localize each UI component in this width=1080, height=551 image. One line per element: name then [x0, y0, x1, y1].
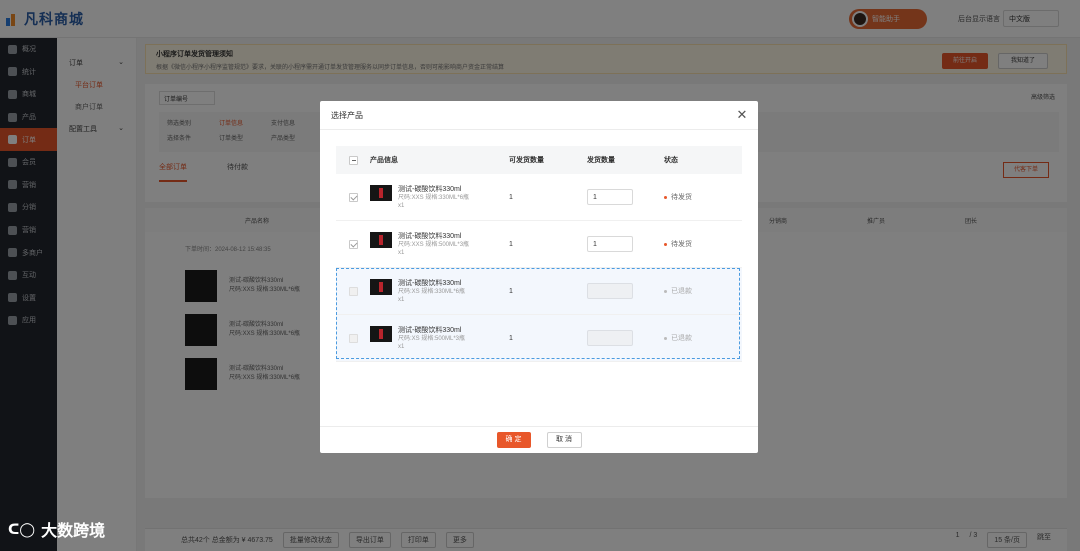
status-dot-icon [664, 289, 667, 293]
shippable-quantity: 1 [509, 193, 513, 201]
select-product-dialog: 选择产品 ✕ 产品信息 可发货数量 发货数量 状态 测试-碳酸饮料330ml 尺码… [320, 101, 758, 453]
dialog-title: 选择产品 [320, 101, 758, 130]
status-badge: 待发货 [664, 192, 742, 202]
product-table-header: 产品信息 可发货数量 发货数量 状态 [336, 146, 742, 174]
product-thumbnail [370, 325, 392, 342]
status-badge: 已退款 [664, 333, 742, 343]
row-checkbox[interactable] [348, 239, 358, 249]
status-dot-icon [664, 195, 667, 199]
row-checkbox [348, 333, 358, 343]
table-row[interactable]: 测试-碳酸饮料330ml尺码:XXS 规格:330ML*6瓶x1 1 待发货 [336, 174, 742, 221]
close-icon[interactable]: ✕ [735, 108, 749, 122]
watermark-logo-icon: ᑕ◯ [8, 520, 36, 537]
status-badge: 待发货 [664, 239, 742, 249]
watermark: ᑕ◯ 大数跨境 [8, 520, 106, 541]
table-row: 测试-碳酸饮料330ml 尺码:XS 规格:500ML*3瓶 x1 1 已退款 [336, 315, 742, 362]
product-select-table: 产品信息 可发货数量 发货数量 状态 测试-碳酸饮料330ml 尺码:XXS 规格… [336, 146, 742, 362]
shippable-quantity: 1 [509, 334, 513, 342]
dialog-footer: 确 定 取 消 [320, 426, 758, 453]
ship-quantity-input[interactable] [587, 189, 633, 205]
product-thumbnail [370, 278, 392, 295]
confirm-button[interactable]: 确 定 [496, 432, 531, 448]
ship-quantity-input [587, 330, 633, 346]
shippable-quantity: 1 [509, 240, 513, 248]
product-thumbnail [370, 184, 392, 201]
select-all-checkbox[interactable] [348, 155, 358, 165]
cancel-button[interactable]: 取 消 [546, 432, 582, 448]
table-row[interactable]: 测试-碳酸饮料330ml尺码:XXS 规格:500ML*3瓶x1 1 待发货 [336, 221, 742, 268]
table-row: 测试-碳酸饮料330ml 尺码:XS 规格:330ML*6瓶 x1 1 已退款 [336, 268, 742, 315]
ship-quantity-input[interactable] [587, 236, 633, 252]
product-thumbnail [370, 231, 392, 248]
status-dot-icon [664, 336, 667, 340]
status-dot-icon [664, 242, 667, 246]
row-checkbox [348, 286, 358, 296]
row-checkbox[interactable] [348, 192, 358, 202]
ship-quantity-input [587, 283, 633, 299]
status-badge: 已退款 [664, 286, 742, 296]
shippable-quantity: 1 [509, 287, 513, 295]
